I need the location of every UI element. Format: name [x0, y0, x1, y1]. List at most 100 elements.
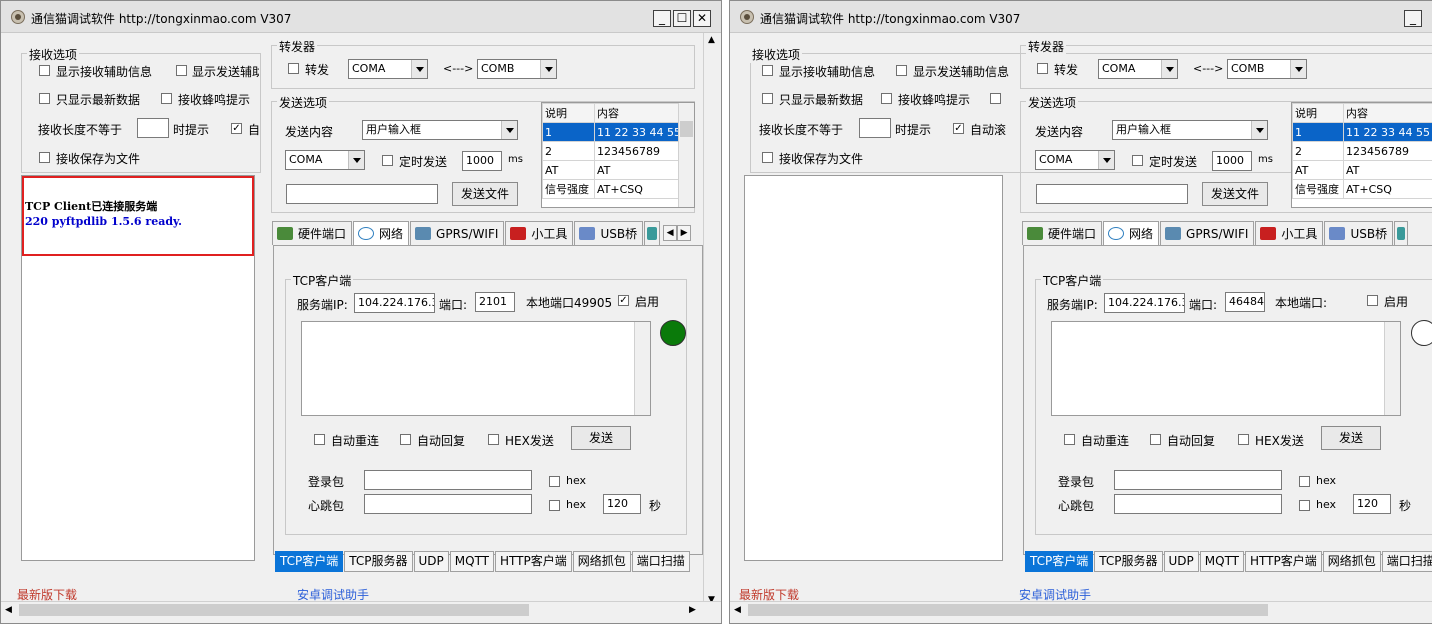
send-button[interactable]: 发送 — [571, 426, 631, 450]
tcp-send-textarea[interactable] — [1051, 321, 1401, 416]
auto-reconnect-checkbox[interactable] — [1064, 434, 1075, 445]
tab-network[interactable]: 网络 — [353, 221, 410, 245]
forward-checkbox[interactable] — [1037, 63, 1048, 74]
tab-overflow[interactable] — [644, 221, 661, 245]
scroll-right-icon[interactable]: ▶ — [689, 605, 696, 615]
beep-checkbox[interactable] — [881, 93, 892, 104]
tab-hardware-port[interactable]: 硬件端口 — [272, 221, 353, 245]
close-button[interactable]: ✕ — [693, 10, 711, 27]
show-send-aux-checkbox[interactable] — [176, 65, 187, 76]
login-hex-checkbox[interactable] — [549, 476, 560, 487]
window-hscroll[interactable]: ◀ — [730, 601, 1432, 618]
table-row[interactable]: 1 11 22 33 44 55 — [1292, 122, 1432, 142]
maximize-button[interactable]: ☐ — [673, 10, 691, 27]
extra-checkbox[interactable] — [990, 93, 1001, 104]
enable-checkbox[interactable]: ✓ — [618, 295, 629, 306]
textarea-scrollbar[interactable] — [634, 322, 650, 415]
table-scrollbar[interactable] — [678, 103, 694, 207]
tcp-send-textarea[interactable] — [301, 321, 651, 416]
table-row[interactable]: 1 11 22 33 44 55 — [542, 122, 684, 142]
tab-http-client[interactable]: HTTP客户端 — [1245, 551, 1322, 572]
tab-mqtt[interactable]: MQTT — [449, 551, 495, 572]
tab-port-scan[interactable]: 端口扫描 — [1381, 551, 1432, 572]
receive-length-input[interactable] — [859, 118, 891, 138]
login-hex-checkbox[interactable] — [1299, 476, 1310, 487]
tab-overflow[interactable] — [1394, 221, 1409, 245]
textarea-scrollbar[interactable] — [1384, 322, 1400, 415]
table-row[interactable]: 信号强度 AT+CSQ — [542, 179, 684, 199]
timed-send-checkbox[interactable] — [1132, 155, 1143, 166]
auto-scroll-checkbox[interactable]: ✓ — [953, 123, 964, 134]
server-ip-input[interactable]: 104.224.176.31 — [354, 293, 435, 313]
send-port-select[interactable]: COMA — [1035, 150, 1115, 170]
tab-tcp-client[interactable]: TCP客户端 — [1025, 551, 1094, 572]
tab-right-arrow-icon[interactable]: ▶ — [677, 225, 692, 241]
forward-port-b-select[interactable]: COMB — [1227, 59, 1307, 79]
receive-length-input[interactable] — [137, 118, 169, 138]
tab-tcp-server[interactable]: TCP服务器 — [344, 551, 413, 572]
show-receive-aux-checkbox[interactable] — [39, 65, 50, 76]
send-port-select[interactable]: COMA — [285, 150, 365, 170]
tab-udp[interactable]: UDP — [1163, 551, 1199, 572]
table-row[interactable]: AT AT — [1292, 160, 1432, 180]
beep-checkbox[interactable] — [161, 93, 172, 104]
heartbeat-interval-input[interactable]: 120 — [603, 494, 641, 514]
receive-text-area[interactable] — [744, 175, 1003, 561]
receive-text-area[interactable]: TCP Client已连接服务端 220 pyftpdlib 1.5.6 rea… — [21, 175, 255, 561]
file-path-input[interactable] — [286, 184, 438, 204]
login-packet-input[interactable] — [364, 470, 532, 490]
window-hscroll[interactable]: ◀ ▶ — [1, 601, 721, 618]
heartbeat-packet-input[interactable] — [1114, 494, 1282, 514]
scroll-thumb[interactable] — [748, 604, 1268, 616]
port-input[interactable]: 46484 — [1225, 292, 1265, 312]
heartbeat-interval-input[interactable]: 120 — [1353, 494, 1391, 514]
enable-checkbox[interactable] — [1367, 295, 1378, 306]
tab-tcp-server[interactable]: TCP服务器 — [1094, 551, 1163, 572]
heartbeat-packet-input[interactable] — [364, 494, 532, 514]
timed-send-checkbox[interactable] — [382, 155, 393, 166]
auto-reply-checkbox[interactable] — [400, 434, 411, 445]
table-row[interactable]: 2 123456789 — [1292, 141, 1432, 161]
tab-left-arrow-icon[interactable]: ◀ — [663, 225, 678, 241]
save-to-file-checkbox[interactable] — [39, 152, 50, 163]
scroll-left-icon[interactable]: ◀ — [5, 605, 12, 615]
minimize-button[interactable]: _ — [1404, 10, 1422, 27]
heartbeat-hex-checkbox[interactable] — [549, 500, 560, 511]
send-content-select[interactable]: 用户输入框 — [1112, 120, 1268, 140]
table-row[interactable]: 信号强度 AT+CSQ — [1292, 179, 1432, 199]
file-path-input[interactable] — [1036, 184, 1188, 204]
only-latest-checkbox[interactable] — [762, 93, 773, 104]
tab-usb-bridge[interactable]: USB桥 — [574, 221, 644, 245]
table-row[interactable]: AT AT — [542, 160, 684, 180]
save-to-file-checkbox[interactable] — [762, 152, 773, 163]
forward-port-a-select[interactable]: COMA — [348, 59, 428, 79]
window-vscroll[interactable]: ▲ ▼ — [703, 33, 721, 607]
auto-scroll-checkbox[interactable]: ✓ — [231, 123, 242, 134]
port-input[interactable]: 2101 — [475, 292, 515, 312]
heartbeat-hex-checkbox[interactable] — [1299, 500, 1310, 511]
show-send-aux-checkbox[interactable] — [896, 65, 907, 76]
interval-input[interactable]: 1000 — [1212, 151, 1252, 171]
send-button[interactable]: 发送 — [1321, 426, 1381, 450]
server-ip-input[interactable]: 104.224.176.31 — [1104, 293, 1185, 313]
forward-port-a-select[interactable]: COMA — [1098, 59, 1178, 79]
forward-checkbox[interactable] — [288, 63, 299, 74]
scroll-thumb[interactable] — [680, 121, 693, 137]
send-file-button[interactable]: 发送文件 — [1202, 182, 1268, 206]
send-preset-table[interactable]: 说明 内容 1 11 22 33 44 55 2 123456789 AT AT 信号强… — [1291, 102, 1432, 208]
only-latest-checkbox[interactable] — [39, 93, 50, 104]
send-file-button[interactable]: 发送文件 — [452, 182, 518, 206]
tab-tcp-client[interactable]: TCP客户端 — [275, 551, 344, 572]
forward-port-b-select[interactable]: COMB — [477, 59, 557, 79]
tab-tools[interactable]: 小工具 — [1255, 221, 1324, 245]
tab-hardware-port[interactable]: 硬件端口 — [1022, 221, 1103, 245]
auto-reconnect-checkbox[interactable] — [314, 434, 325, 445]
scroll-left-icon[interactable]: ◀ — [734, 605, 741, 615]
show-receive-aux-checkbox[interactable] — [762, 65, 773, 76]
tab-packet-capture[interactable]: 网络抓包 — [1322, 551, 1381, 572]
hex-send-checkbox[interactable] — [1238, 434, 1249, 445]
minimize-button[interactable]: _ — [653, 10, 671, 27]
interval-input[interactable]: 1000 — [462, 151, 502, 171]
send-preset-table[interactable]: 说明 内容 1 11 22 33 44 55 2 123456789 AT AT 信号强… — [541, 102, 695, 208]
tab-packet-capture[interactable]: 网络抓包 — [572, 551, 631, 572]
